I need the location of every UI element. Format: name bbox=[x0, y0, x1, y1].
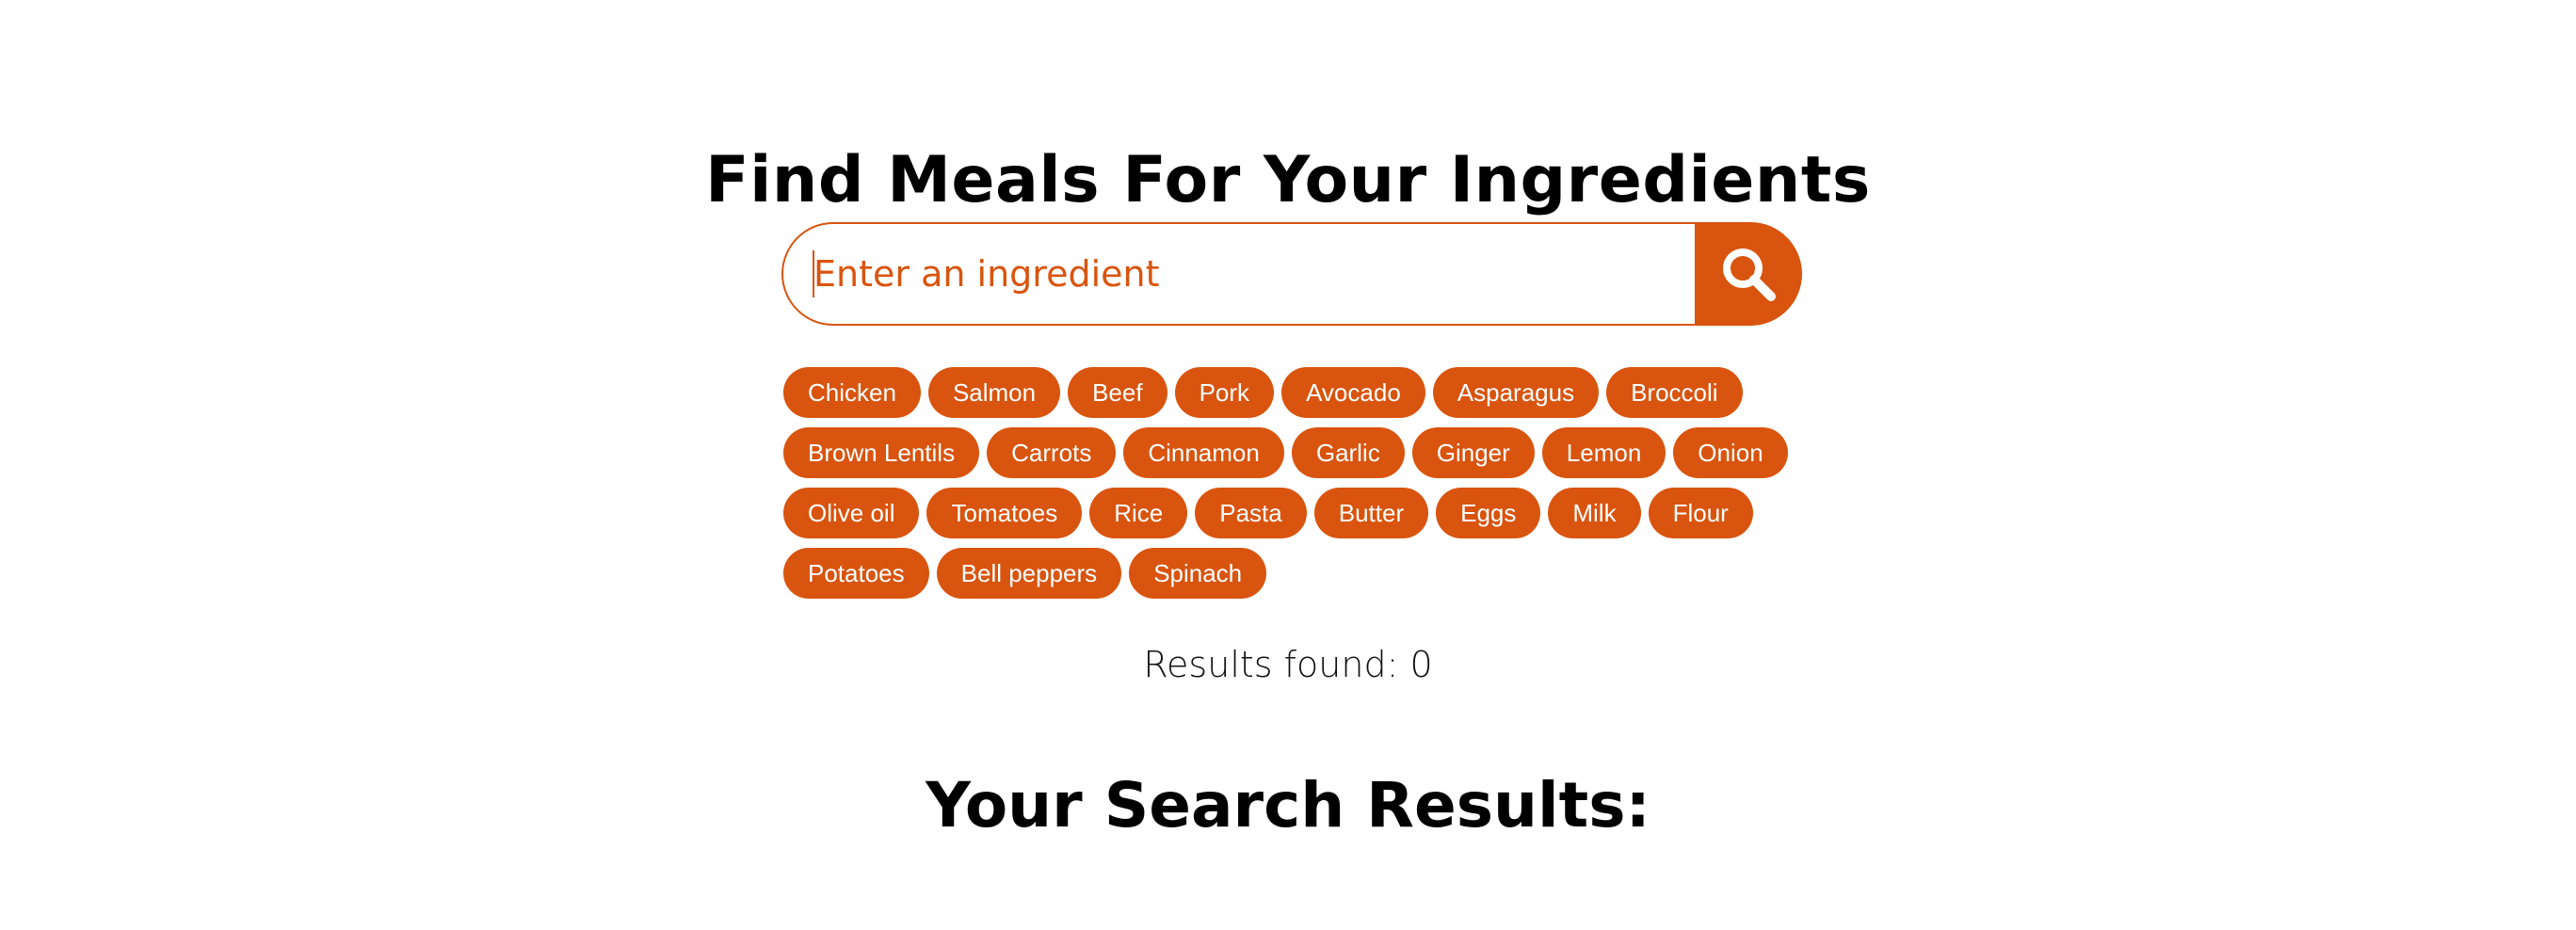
ingredient-tag[interactable]: Bell peppers bbox=[936, 548, 1122, 599]
ingredient-tag[interactable]: Butter bbox=[1313, 488, 1429, 538]
page: Find Meals For Your Ingredients ChickenS… bbox=[0, 0, 2576, 930]
ingredient-tag[interactable]: Pasta bbox=[1195, 488, 1307, 538]
ingredient-tag[interactable]: Beef bbox=[1068, 367, 1167, 418]
ingredient-tag[interactable]: Eggs bbox=[1436, 488, 1541, 538]
ingredient-tag[interactable]: Flour bbox=[1648, 488, 1753, 538]
ingredient-tag[interactable]: Asparagus bbox=[1432, 367, 1600, 418]
ingredient-tag[interactable]: Carrots bbox=[987, 427, 1117, 478]
search-button[interactable] bbox=[1695, 222, 1802, 326]
results-heading: Your Search Results: bbox=[926, 768, 1650, 842]
ingredient-tag[interactable]: Spinach bbox=[1129, 548, 1267, 599]
ingredient-tag[interactable]: Tomatoes bbox=[926, 488, 1083, 538]
search-input[interactable] bbox=[781, 222, 1699, 326]
ingredient-tag[interactable]: Garlic bbox=[1291, 427, 1405, 478]
results-count: Results found: 0 bbox=[1143, 644, 1433, 685]
ingredient-tag[interactable]: Brown Lentils bbox=[783, 427, 980, 478]
ingredient-tags: Chicken Salmon Beef Pork Avocado Asparagus Bro… bbox=[783, 367, 1810, 599]
ingredient-tag[interactable]: Rice bbox=[1089, 488, 1188, 538]
ingredient-tag[interactable]: Chicken bbox=[783, 367, 921, 418]
page-title: Find Meals For Your Ingredients bbox=[705, 142, 1871, 217]
ingredient-tag[interactable]: Ginger bbox=[1411, 427, 1535, 478]
ingredient-tag[interactable]: Milk bbox=[1548, 488, 1641, 538]
ingredient-tag[interactable]: Salmon bbox=[927, 367, 1061, 418]
ingredient-tag[interactable]: Lemon bbox=[1541, 427, 1666, 478]
search-icon bbox=[1723, 249, 1776, 301]
text-caret bbox=[813, 250, 814, 297]
ingredient-tag[interactable]: Onion bbox=[1673, 427, 1788, 478]
ingredient-tag[interactable]: Potatoes bbox=[783, 548, 929, 599]
ingredient-tag[interactable]: Avocado bbox=[1281, 367, 1425, 418]
ingredient-tag[interactable]: Pork bbox=[1174, 367, 1275, 418]
ingredient-tag[interactable]: Broccoli bbox=[1606, 367, 1743, 418]
ingredient-tag[interactable]: Olive oil bbox=[783, 488, 920, 538]
search-bar bbox=[781, 222, 1802, 326]
ingredient-tag[interactable]: Cinnamon bbox=[1123, 427, 1284, 478]
